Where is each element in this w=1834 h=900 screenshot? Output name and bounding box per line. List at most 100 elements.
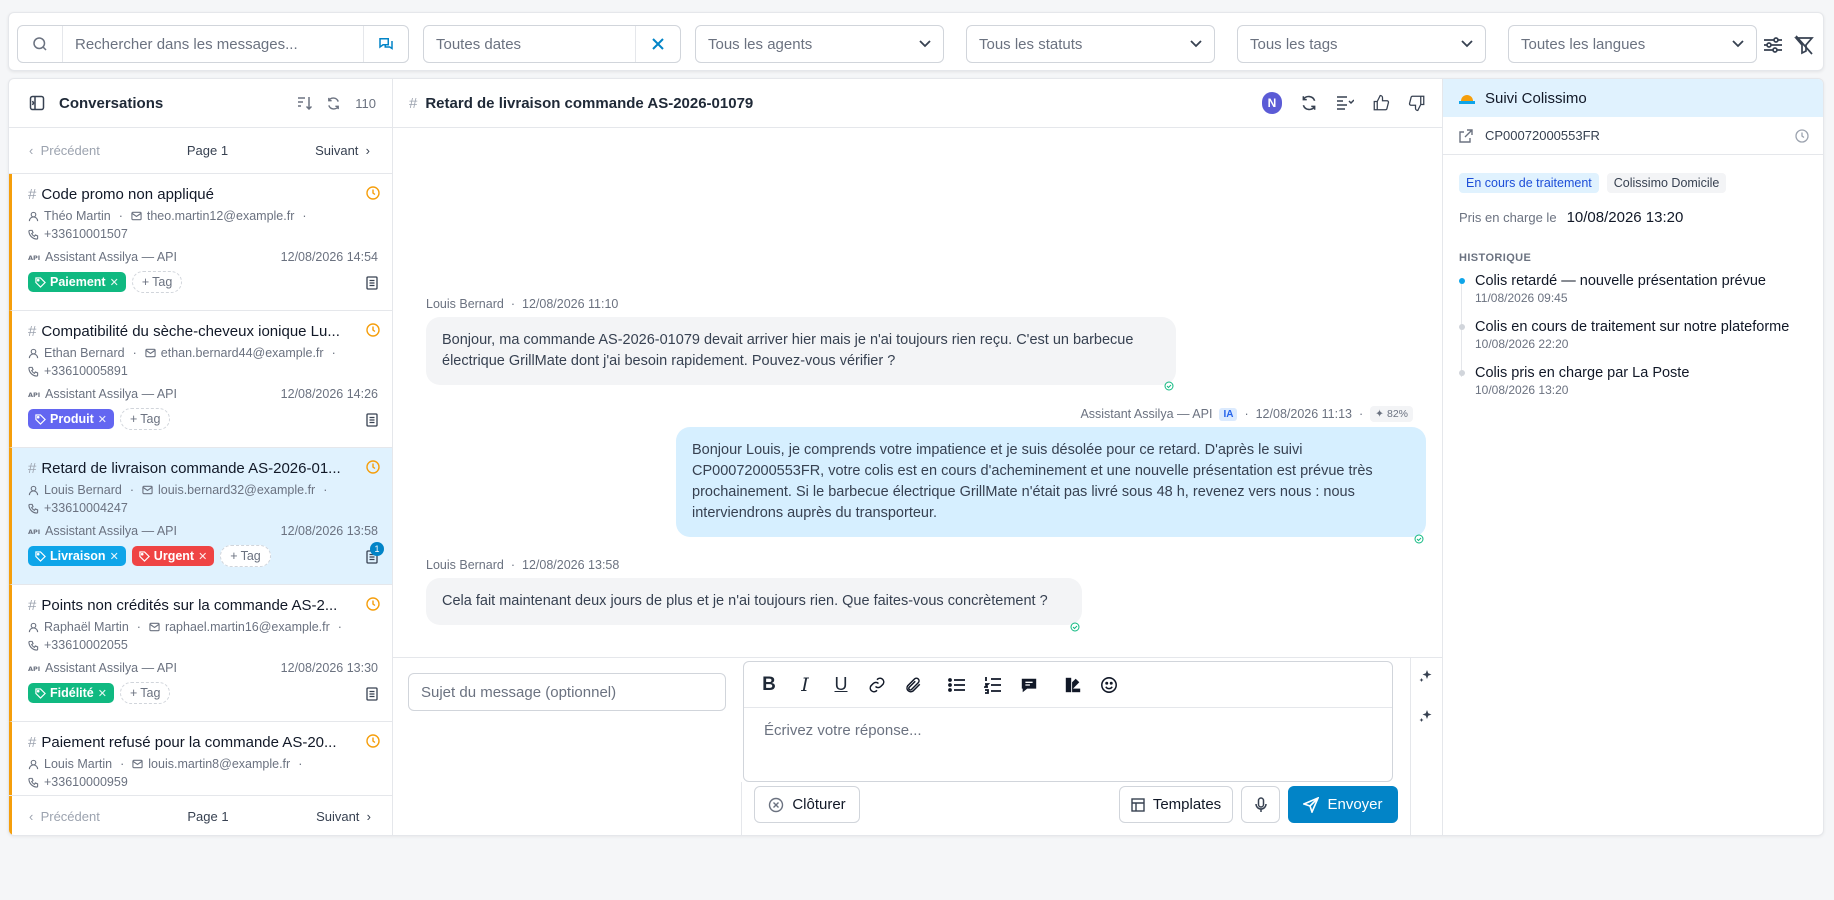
remove-tag-icon[interactable]: ✕: [98, 413, 107, 426]
tag-chip[interactable]: Livraison ✕: [28, 546, 126, 566]
pager-bottom: ‹ Précédent Page 1 Suivant ›: [9, 795, 393, 835]
refresh-icon[interactable]: [1300, 94, 1318, 112]
add-tag-button[interactable]: + Tag: [220, 545, 271, 567]
templates-button[interactable]: Templates: [1119, 786, 1233, 823]
main-panel: Conversations 110 ‹ Précédent Page 1 Sui…: [8, 78, 1824, 836]
add-tag-button[interactable]: + Tag: [131, 271, 183, 293]
conversation-item[interactable]: # Compatibilité du sèche-cheveux ionique …: [9, 311, 392, 448]
contact-phone-row: +33610002055: [28, 638, 378, 652]
contact-info: Raphaël Martin · raphael.martin16@example.…: [28, 620, 378, 634]
sort-icon[interactable]: [297, 96, 313, 110]
thumbs-down-icon[interactable]: [1408, 94, 1426, 112]
mail-icon: [132, 759, 143, 769]
microphone-button[interactable]: [1241, 786, 1280, 823]
ai-rewrite-icon[interactable]: [1418, 708, 1434, 724]
clear-date-icon[interactable]: [635, 26, 680, 62]
sliders-icon[interactable]: [1762, 35, 1784, 55]
phone-icon: [28, 229, 39, 240]
language-filter[interactable]: Toutes les langues: [1508, 25, 1757, 63]
comment-icon[interactable]: [1020, 676, 1038, 694]
bullet-list-icon[interactable]: [948, 676, 966, 694]
page-indicator: Page 1: [187, 809, 229, 824]
notes-icon[interactable]: [366, 276, 378, 290]
close-conversation-button[interactable]: Clôturer: [754, 786, 860, 823]
attachment-icon[interactable]: [904, 676, 922, 694]
tag-chip[interactable]: Fidélité ✕: [28, 683, 114, 703]
refresh-icon[interactable]: [326, 96, 341, 111]
thumbs-up-icon[interactable]: [1372, 94, 1390, 112]
svg-text:API: API: [28, 391, 40, 398]
composer: Sujet du message (optionnel) B I U Écriv…: [393, 657, 1442, 835]
conversation-item[interactable]: # Points non crédités sur la commande AS-…: [9, 585, 392, 722]
next-page-button[interactable]: Suivant ›: [315, 143, 370, 158]
agent-filter[interactable]: Tous les agents: [695, 25, 944, 63]
date-filter[interactable]: Toutes dates: [423, 25, 681, 63]
emoji-icon[interactable]: [1100, 676, 1118, 694]
contact-email: louis.bernard32@example.fr: [158, 483, 316, 497]
search-messages-button[interactable]: [363, 26, 408, 62]
taken-value: 10/08/2026 13:20: [1566, 209, 1684, 226]
status-filter[interactable]: Tous les statuts: [966, 25, 1215, 63]
phone-icon: [28, 503, 39, 514]
notes-icon[interactable]: 1: [366, 542, 384, 564]
conversation-item[interactable]: # Retard de livraison commande AS-2026-01…: [9, 448, 392, 585]
person-icon: [28, 622, 39, 633]
prev-page-button[interactable]: ‹ Précédent: [29, 143, 100, 158]
chevron-down-icon: [1461, 40, 1473, 48]
external-link-icon[interactable]: [1459, 128, 1473, 143]
send-button[interactable]: Envoyer: [1288, 786, 1398, 823]
next-page-button[interactable]: Suivant ›: [316, 809, 371, 824]
add-tag-button[interactable]: + Tag: [119, 408, 171, 430]
search-input[interactable]: Rechercher dans les messages...: [63, 26, 363, 62]
avatar[interactable]: N: [1262, 92, 1282, 114]
remove-tag-icon[interactable]: ✕: [110, 550, 119, 563]
italic-icon[interactable]: I: [796, 674, 814, 696]
conversation-date: 12/08/2026 13:58: [280, 524, 378, 538]
conversation-item[interactable]: # Code promo non appliqué Théo Martin · theo…: [9, 174, 392, 311]
tag-chip[interactable]: Urgent ✕: [131, 546, 215, 566]
palette-icon[interactable]: [1064, 676, 1082, 694]
prev-page-button[interactable]: ‹ Précédent: [29, 809, 100, 824]
tracking-panel: Suivi Colissimo CP00072000553FR En cours…: [1442, 79, 1823, 835]
subject-input[interactable]: Sujet du message (optionnel): [408, 673, 726, 711]
reply-input[interactable]: Écrivez votre réponse...: [744, 708, 1392, 753]
tag-chip[interactable]: Paiement ✕: [28, 272, 126, 292]
tag-chip[interactable]: Produit ✕: [28, 409, 114, 429]
add-tag-button[interactable]: + Tag: [119, 682, 171, 704]
editor-toolbar: B I U: [744, 662, 1392, 708]
notes-icon[interactable]: [366, 413, 378, 427]
tag-filter[interactable]: Tous les tags: [1237, 25, 1486, 63]
reply-editor[interactable]: B I U Écrivez votre réponse...: [743, 661, 1393, 782]
link-icon[interactable]: [868, 676, 886, 694]
divider: [1410, 658, 1411, 835]
underline-icon[interactable]: U: [832, 674, 850, 694]
collapse-sidebar-icon[interactable]: [29, 95, 45, 111]
confidence-badge: ✦ 82%: [1370, 406, 1413, 422]
search-box[interactable]: Rechercher dans les messages...: [17, 25, 409, 63]
contact-name: Louis Bernard: [44, 483, 122, 497]
remove-tag-icon[interactable]: ✕: [110, 276, 119, 289]
plus-icon: +: [129, 412, 138, 426]
bold-icon[interactable]: B: [760, 674, 778, 695]
plus-icon: +: [141, 275, 150, 289]
history-clock-icon[interactable]: [1795, 128, 1809, 143]
clear-filters-icon[interactable]: [1793, 35, 1815, 55]
chevron-down-icon: [1190, 40, 1202, 48]
remove-tag-icon[interactable]: ✕: [98, 687, 107, 700]
contact-phone: +33610005891: [44, 364, 128, 378]
pending-clock-icon: [366, 597, 380, 611]
history-label: HISTORIQUE: [1459, 252, 1532, 264]
conversation-title: # Paiement refusé pour la commande AS-20.…: [28, 734, 337, 751]
ai-suggest-icon[interactable]: [1418, 668, 1434, 684]
conversation-title: # Code promo non appliqué: [28, 186, 214, 203]
date-filter-value[interactable]: Toutes dates: [424, 26, 635, 62]
numbered-list-icon[interactable]: [984, 676, 1002, 694]
contact-name: Raphaël Martin: [44, 620, 129, 634]
close-circle-icon: [769, 797, 784, 812]
contact-email: ethan.bernard44@example.fr: [160, 346, 324, 360]
remove-tag-icon[interactable]: ✕: [198, 550, 207, 563]
notes-icon[interactable]: [366, 687, 378, 701]
contact-phone: +33610001507: [44, 227, 128, 241]
contact-email: theo.martin12@example.fr: [146, 209, 295, 223]
summary-icon[interactable]: [1336, 95, 1354, 111]
